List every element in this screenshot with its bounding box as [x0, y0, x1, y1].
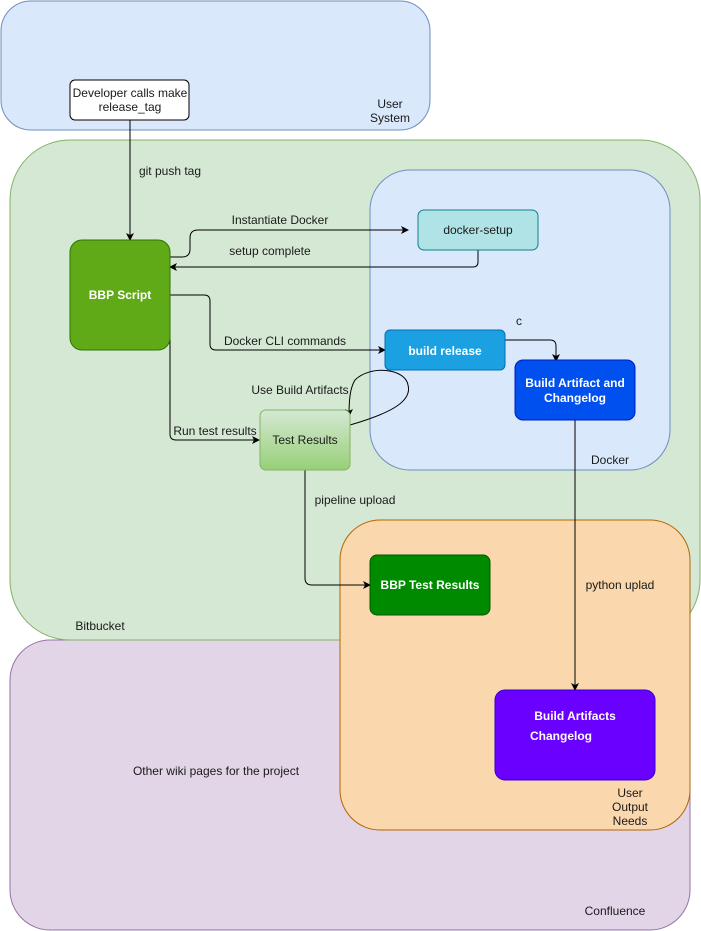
docker-setup-label: docker-setup	[443, 223, 513, 237]
edge-label-use-artifacts: Use Build Artifacts	[251, 383, 348, 397]
developer-node[interactable]: Developer calls make release_tag	[69, 79, 190, 121]
edge-label-python-upload: python uplad	[586, 578, 655, 592]
bbp-script-node[interactable]: BBP Script	[69, 239, 171, 351]
user-output-label-2: Output	[612, 800, 649, 814]
build-artifacts-output-node[interactable]: Build Artifacts Changelog	[494, 689, 656, 781]
edge-label-run-tests: Run test results	[173, 424, 256, 438]
build-release-node[interactable]: build release	[384, 329, 506, 371]
edge-label-pipeline-upload: pipeline upload	[315, 493, 396, 507]
build-artifact-line-2: Changelog	[544, 391, 606, 405]
edge-label-git-push: git push tag	[139, 164, 201, 178]
developer-line-1: Developer calls make	[73, 86, 188, 100]
bbp-script-label: BBP Script	[89, 288, 151, 302]
bitbucket-label: Bitbucket	[75, 619, 125, 633]
confluence-label: Confluence	[585, 904, 646, 918]
edge-label-instantiate: Instantiate Docker	[232, 213, 329, 227]
user-system-label-1: User	[377, 97, 402, 111]
test-results-label: Test Results	[272, 433, 337, 447]
test-results-node[interactable]: Test Results	[259, 409, 351, 471]
bbp-test-results-node[interactable]: BBP Test Results	[369, 554, 491, 616]
build-artifacts-output-line-2: Changelog	[530, 729, 592, 743]
build-artifact-line-1: Build Artifact and	[525, 376, 625, 390]
user-output-label-1: User	[617, 786, 642, 800]
docker-label: Docker	[591, 453, 629, 467]
edge-label-setup-complete: setup complete	[229, 244, 311, 258]
user-output-label-3: Needs	[613, 814, 648, 828]
edge-label-c: c	[516, 314, 522, 328]
user-system-container: User System	[0, 0, 431, 131]
build-release-label: build release	[408, 344, 482, 358]
bbp-test-results-label: BBP Test Results	[381, 578, 480, 592]
edge-label-docker-cli: Docker CLI commands	[224, 334, 346, 348]
user-system-label-2: System	[370, 111, 410, 125]
developer-line-2: release_tag	[99, 100, 162, 114]
architecture-diagram: User System Confluence Other wiki pages …	[0, 0, 701, 931]
docker-setup-node[interactable]: docker-setup	[417, 209, 539, 251]
build-artifacts-output-line-1: Build Artifacts	[534, 709, 616, 723]
build-artifact-node[interactable]: Build Artifact and Changelog	[514, 359, 636, 421]
confluence-note: Other wiki pages for the project	[133, 764, 300, 778]
